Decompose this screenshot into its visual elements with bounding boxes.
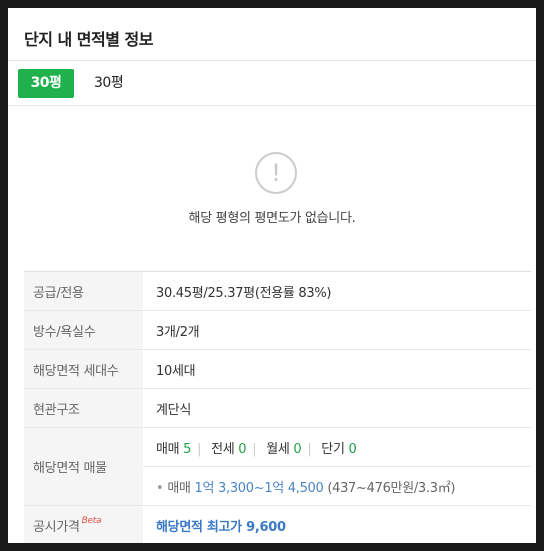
table-row: 공급/전용 30.45평/25.37평(전용률 83%) [24,271,531,311]
table-row: 현관구조 계단식 [24,388,531,428]
listing-monthly[interactable]: 월세 0 [266,442,301,457]
table-row: 방수/욕실수 3개/2개 [24,310,531,350]
listing-sale[interactable]: 매매 5 [156,442,191,457]
row-label: 현관구조 [24,388,143,428]
listing-jeonse[interactable]: 전세 0 [211,442,246,457]
exclamation-circle-icon: ! [255,152,297,194]
listing-counts: 매매 5 | 전세 0 | 월세 0 | 단기 0 [143,427,531,467]
row-value: 10세대 [143,349,531,389]
area-tabs: 30평 30평 [8,60,536,106]
listing-short[interactable]: 단기 0 [321,442,356,457]
table-row: 해당면적 매물 매매 5 | 전세 0 | 월세 0 | 단기 0 [24,427,531,506]
official-price-link[interactable]: 해당면적 최고가 9,600 [156,520,286,535]
listing-price: • 매매 1억 3,300~1억 4,500 (437~476만원/3.3㎡) [143,466,531,506]
row-label: 해당면적 매물 [24,427,143,506]
table-row: 해당면적 세대수 10세대 [24,349,531,389]
section-title: 단지 내 면적별 정보 [24,30,153,49]
price-detail: (437~476만원/3.3㎡) [327,480,456,496]
row-label: 공급/전용 [24,271,143,311]
row-value: 30.45평/25.37평(전용률 83%) [143,271,531,311]
row-label: 해당면적 세대수 [24,349,143,389]
row-value: 계단식 [143,388,531,428]
no-floorplan-message: 해당 평형의 평면도가 없습니다. [188,211,356,226]
price-range: 1억 3,300~1억 4,500 [194,480,324,496]
area-info-table: 공급/전용 30.45평/25.37평(전용률 83%) 방수/욕실수 3개/2… [24,271,531,543]
row-value: 해당면적 최고가 9,600 [143,505,531,543]
row-label: 방수/욕실수 [24,310,143,350]
tab-area-2[interactable]: 30평 [94,69,124,98]
row-value: 3개/2개 [143,310,531,350]
tab-area-1[interactable]: 30평 [18,69,74,98]
table-row: 공시가격 Beta 해당면적 최고가 9,600 [24,505,531,543]
row-label: 공시가격 Beta [24,505,143,543]
area-info-panel: 단지 내 면적별 정보 30평 30평 ! 해당 평형의 평면도가 없습니다. … [8,8,536,543]
beta-badge: Beta [81,515,102,526]
